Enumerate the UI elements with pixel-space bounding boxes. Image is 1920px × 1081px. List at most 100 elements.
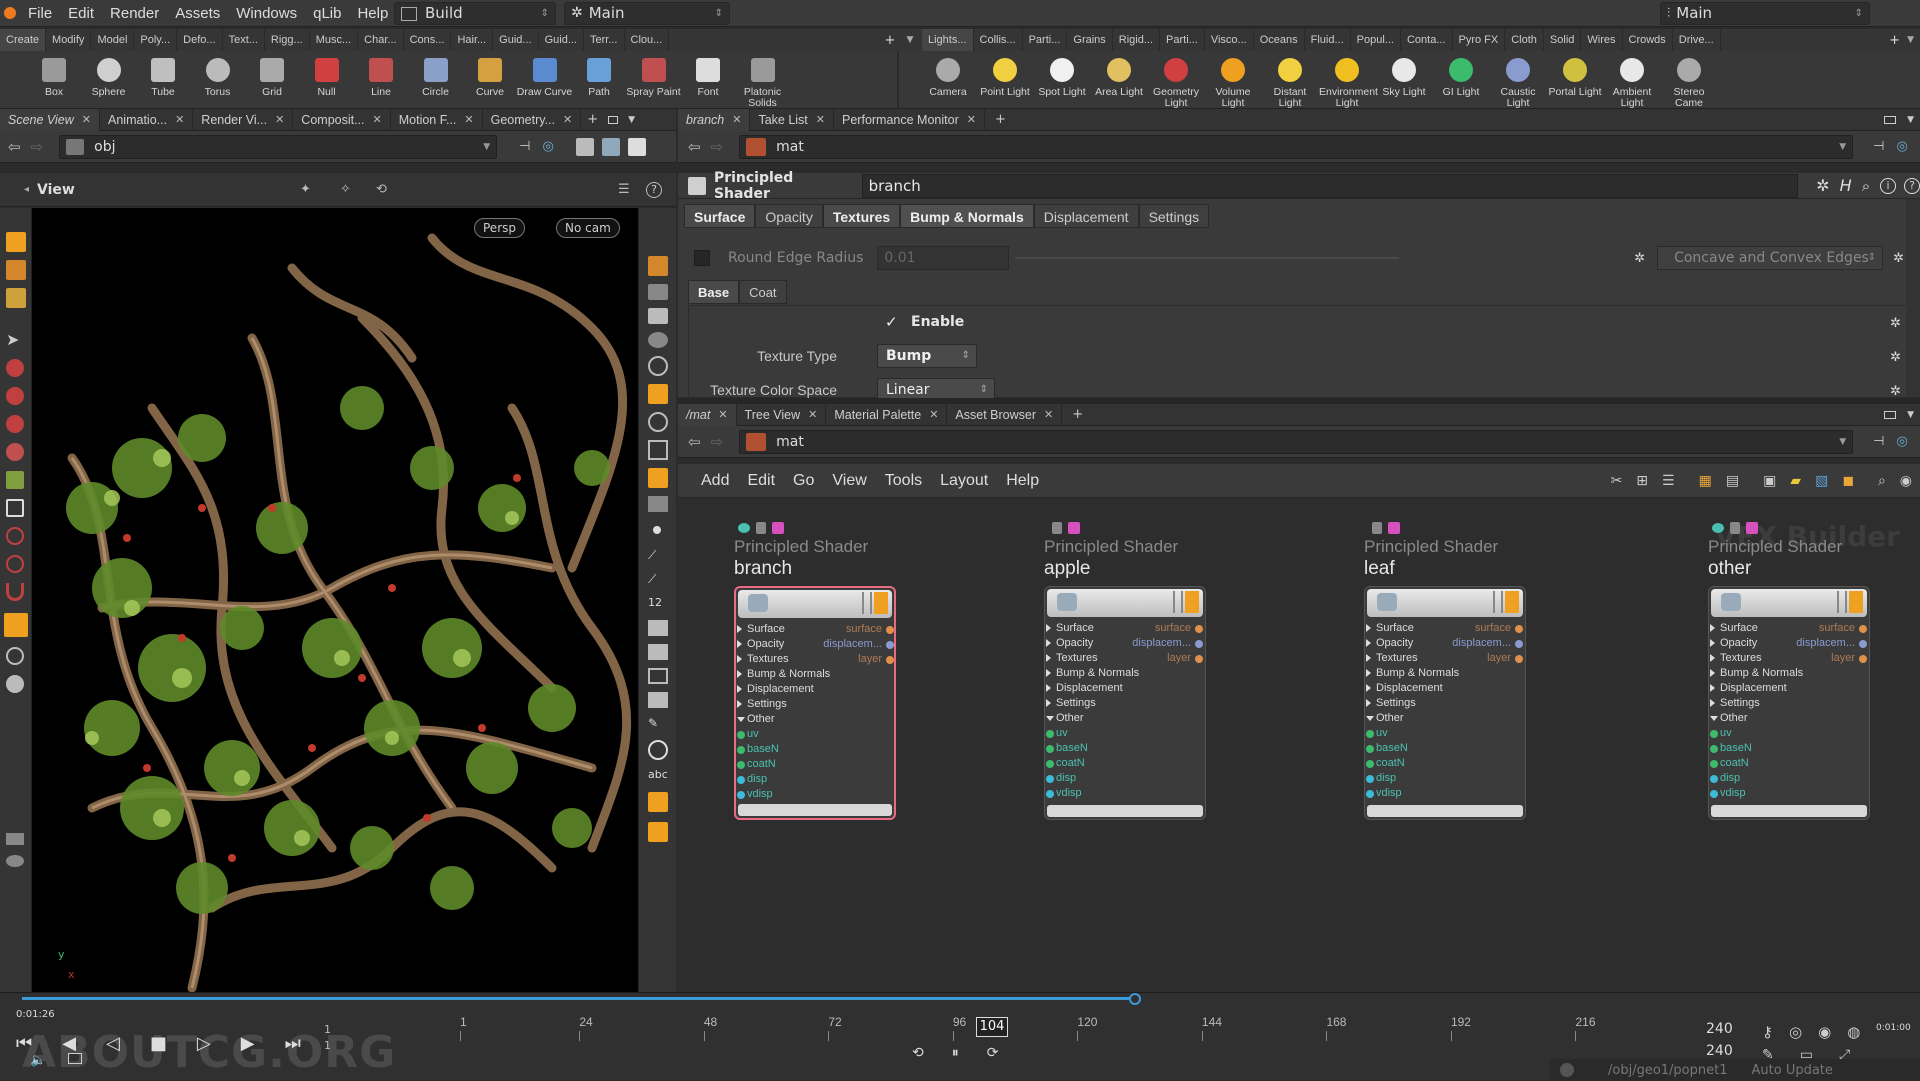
add-tab-icon[interactable]: + (587, 112, 598, 127)
shelf-tab[interactable]: Rigg... (265, 29, 310, 51)
shelf-tab[interactable]: Guid... (493, 29, 539, 51)
menu-edit[interactable]: Edit (60, 0, 102, 27)
shelf-tab[interactable]: Char... (358, 29, 404, 51)
shelf-tab[interactable]: Clou... (625, 29, 670, 51)
shelf-tool[interactable]: Torus (190, 51, 246, 109)
expand-triangle-icon[interactable] (1046, 639, 1051, 647)
add-tab-icon[interactable]: + (1072, 407, 1083, 422)
menu-qlib[interactable]: qLib (305, 0, 349, 27)
add-shelf-right-icon[interactable]: + (1889, 33, 1900, 48)
lighting-toolbar-icon[interactable] (648, 256, 668, 276)
pane-tab[interactable]: Performance Monitor ✕ (834, 108, 985, 131)
close-icon[interactable]: ✕ (82, 109, 91, 131)
shelf-tool[interactable]: Font (680, 51, 736, 109)
network-box-icon[interactable]: ▣ (1763, 473, 1776, 489)
close-icon[interactable]: ✕ (808, 404, 817, 426)
play-icon[interactable]: ▷ (197, 1033, 211, 1054)
maximize-icon[interactable] (1884, 410, 1896, 419)
menu-file[interactable]: File (20, 0, 60, 27)
help-icon[interactable]: ? (1904, 177, 1920, 194)
input-connector[interactable] (1366, 730, 1374, 738)
node-port[interactable]: Settings (1709, 696, 1869, 711)
network-menu-item[interactable]: Help (997, 472, 1048, 490)
shading-icon[interactable] (648, 356, 668, 376)
texture-type-select[interactable]: Bump ⇕ (877, 344, 977, 368)
gear-icon[interactable]: ✲ (1816, 176, 1829, 195)
node-port[interactable]: Displacement (1045, 681, 1205, 696)
expand-triangle-icon[interactable] (1710, 684, 1715, 692)
dropdown-icon[interactable]: ▼ (628, 115, 635, 125)
record-icon[interactable] (648, 740, 668, 760)
viewport-layout-icon[interactable] (627, 137, 646, 156)
node-port[interactable]: Opacity displacem... (1709, 636, 1869, 651)
desktop-select[interactable]: Build ⇕ (394, 2, 556, 25)
network-path-field[interactable]: mat ▼ (739, 429, 1854, 454)
display-options-icon[interactable]: ☰ (618, 182, 630, 197)
transform-icon[interactable]: ✧ (340, 182, 351, 197)
back-arrow-icon[interactable]: ⇦ (8, 138, 21, 156)
guides-icon[interactable] (648, 496, 668, 512)
shelf-tab[interactable]: Solid (1544, 29, 1582, 51)
node-body[interactable]: Surface surface Opacity displacem... Texture… (734, 586, 896, 820)
shader-node[interactable]: Principled Shader apple Surface surface Opac… (1044, 520, 1206, 820)
shader-node[interactable]: Principled Shader leaf Surface surface Opaci… (1364, 520, 1526, 820)
shelf-tool[interactable]: Platonic Solids (735, 51, 791, 109)
output-connector[interactable] (1515, 655, 1523, 663)
close-icon[interactable]: ✕ (718, 404, 727, 426)
shelf-tool[interactable]: Null (299, 51, 355, 109)
network-menu-item[interactable]: View (823, 472, 875, 490)
search-icon[interactable]: ⌕ (1862, 177, 1870, 195)
dropdown-icon[interactable]: ▼ (1907, 410, 1914, 420)
pane-tab[interactable]: Motion F... ✕ (391, 108, 483, 131)
node-name-field[interactable]: branch (861, 173, 1799, 198)
lasso-tool-icon[interactable] (6, 527, 24, 545)
shelf-tool[interactable]: Ambient Light (1604, 51, 1660, 109)
input-connector[interactable] (737, 761, 745, 769)
no-cam-button[interactable]: No cam (556, 218, 620, 238)
pane-tab[interactable]: Animatio... ✕ (100, 108, 194, 131)
point-numbers-icon[interactable]: 12 (648, 596, 668, 612)
expand-triangle-icon[interactable] (1710, 669, 1715, 677)
input-connector[interactable] (737, 746, 745, 754)
close-icon[interactable]: ✕ (929, 404, 938, 426)
output-connector[interactable] (1515, 625, 1523, 633)
template-icon[interactable] (648, 692, 668, 708)
node-input[interactable]: vdisp (1365, 786, 1525, 801)
prim-normals-icon[interactable]: ⟋ (648, 572, 668, 588)
light-icon[interactable] (648, 412, 668, 432)
expand-triangle-icon[interactable] (1366, 624, 1371, 632)
shelf-tool[interactable]: Grid (244, 51, 300, 109)
node-input[interactable]: baseN (1709, 741, 1869, 756)
node-input[interactable]: coatN (736, 757, 896, 772)
help-icon[interactable]: ? (646, 181, 662, 198)
uv-icon[interactable] (648, 644, 668, 660)
shelf-tab[interactable]: Collis... (974, 29, 1023, 51)
round-edge-checkbox[interactable] (694, 250, 710, 266)
menu-help[interactable]: Help (349, 0, 396, 27)
expand-triangle-icon[interactable] (737, 700, 742, 708)
pose-tool-icon[interactable] (6, 288, 26, 308)
output-connector[interactable] (1859, 640, 1867, 648)
link-icon[interactable]: ◎ (1896, 434, 1907, 449)
expand-triangle-icon[interactable] (1046, 654, 1051, 662)
sound-icon[interactable]: ◍ (1847, 1023, 1860, 1041)
forward-arrow-icon[interactable]: ⇨ (31, 138, 44, 156)
image-icon[interactable]: ▧ (1815, 473, 1828, 489)
close-icon[interactable]: ✕ (175, 109, 184, 131)
node-input[interactable]: vdisp (1709, 786, 1869, 801)
param-tab[interactable]: Textures (822, 204, 901, 228)
shelf-tab[interactable]: Modify (46, 29, 92, 51)
snap-tool-icon[interactable] (4, 613, 28, 637)
step-forward-icon[interactable]: ▶ (241, 1033, 255, 1054)
persp-camera-button[interactable]: Persp (474, 218, 525, 238)
pen-icon[interactable]: ✎ (648, 716, 668, 732)
pin-icon[interactable]: ⊣ (1873, 434, 1884, 449)
node-body[interactable]: Surface surface Opacity displacem... Texture… (1364, 586, 1526, 820)
node-port[interactable]: Opacity displacem... (1045, 636, 1205, 651)
dropdown-right-icon[interactable]: ▼ (1907, 35, 1914, 45)
expand-triangle-icon[interactable] (1710, 639, 1715, 647)
shelf-tool[interactable]: Caustic Light (1490, 51, 1546, 109)
node-input[interactable]: disp (1045, 771, 1205, 786)
shelf-tool[interactable]: Environment Light (1319, 51, 1378, 109)
node-input[interactable]: baseN (1045, 741, 1205, 756)
